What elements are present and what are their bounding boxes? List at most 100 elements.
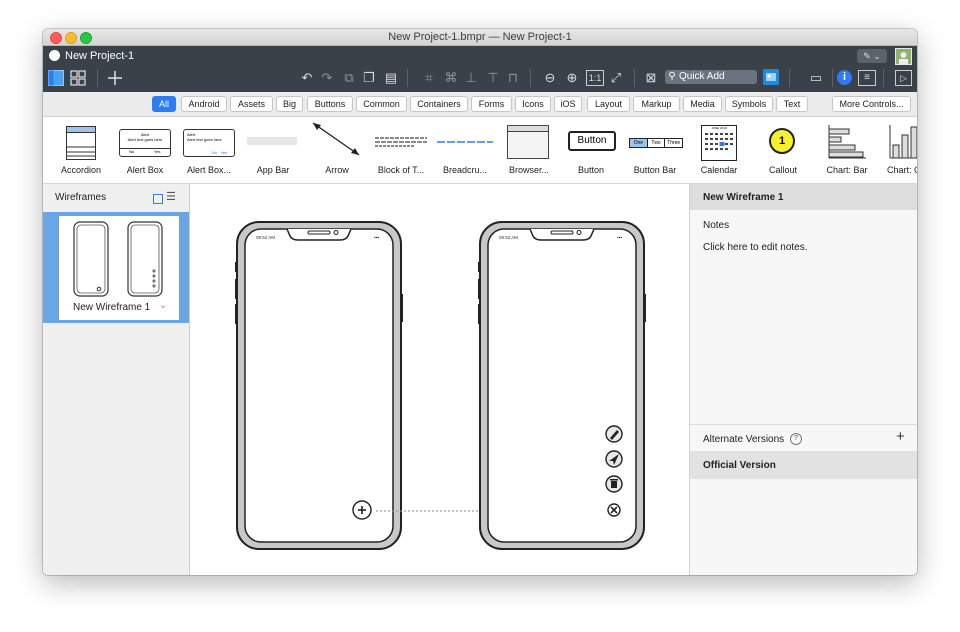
properties-panel: New Wireframe 1 Notes Click here to edit…: [689, 184, 917, 575]
callout-preview: 1: [769, 128, 795, 154]
window-title: New Project-1.bmpr — New Project-1: [388, 31, 572, 43]
library-item-breadcrumbs[interactable]: Breadcru...: [435, 117, 495, 183]
library-item-calendar[interactable]: JUNE 2019 Calendar: [691, 117, 747, 183]
category-symbols[interactable]: Symbols: [725, 96, 773, 112]
library-item-chart-bar[interactable]: Chart: Bar: [819, 117, 875, 183]
duplicate-icon[interactable]: ❐: [361, 70, 377, 86]
library-label: Button Bar: [633, 165, 677, 175]
library-item-accordion[interactable]: Accordion: [53, 117, 109, 183]
app-bar-preview: [247, 137, 297, 145]
wireframe-canvas[interactable]: 09:52 AM ▪▪▪ 09:52 AM ▪▪▪: [190, 184, 690, 575]
ungroup-icon[interactable]: ⌘: [443, 70, 459, 86]
category-icons[interactable]: Icons: [515, 96, 551, 112]
notes-field[interactable]: Click here to edit notes.: [703, 242, 808, 253]
wireframe-preview: [73, 221, 163, 297]
library-label: Block of T...: [377, 165, 425, 175]
category-big[interactable]: Big: [276, 96, 303, 112]
category-layout[interactable]: Layout: [587, 96, 630, 112]
library-label: Chart: Bar: [826, 165, 868, 175]
category-android[interactable]: Android: [181, 96, 227, 112]
library-label: Accordion: [60, 165, 102, 175]
search-icon: ⚲: [668, 71, 676, 82]
single-view-icon[interactable]: [48, 70, 64, 86]
distribute-icon[interactable]: ⊤: [485, 70, 501, 86]
library-label: Arrow: [325, 165, 349, 175]
category-common[interactable]: Common: [356, 96, 407, 112]
edit-mode-dropdown[interactable]: ✎ ⌄: [857, 49, 887, 63]
button-bar-preview: One Two Three: [629, 138, 683, 148]
library-label: Browser...: [508, 165, 549, 175]
library-item-app-bar[interactable]: App Bar: [245, 117, 301, 183]
category-buttons[interactable]: Buttons: [307, 96, 353, 112]
present-icon[interactable]: ▷: [895, 70, 912, 86]
alternate-versions-section: Alternate Versions ? +: [690, 424, 917, 451]
alternate-versions-label: Alternate Versions: [703, 434, 785, 445]
comments-icon[interactable]: ▭: [807, 70, 825, 86]
info-icon[interactable]: i: [837, 70, 852, 85]
category-ios[interactable]: iOS: [554, 96, 582, 112]
wireframe-thumbnail[interactable]: New Wireframe 1 ⌄: [59, 216, 179, 320]
library-label: Callout: [768, 165, 797, 175]
actual-size-button[interactable]: 1:1: [586, 70, 604, 86]
category-media[interactable]: Media: [683, 96, 722, 112]
fit-screen-icon[interactable]: ⤢: [608, 70, 624, 86]
library-item-arrow[interactable]: Arrow: [307, 117, 367, 183]
redo-icon[interactable]: ↷: [319, 70, 335, 86]
chevron-down-icon[interactable]: ⌄: [159, 300, 167, 311]
zoom-out-icon[interactable]: ⊖: [541, 70, 559, 86]
browser-icon: [507, 125, 549, 159]
paste-icon[interactable]: ▤: [383, 70, 399, 86]
divider: [883, 69, 884, 87]
library-label: App Bar: [256, 165, 290, 175]
category-text[interactable]: Text: [776, 96, 808, 112]
project-icon: [49, 50, 60, 61]
align-icon[interactable]: ⊥: [463, 70, 479, 86]
media-library-icon[interactable]: [763, 69, 779, 85]
category-containers[interactable]: Containers: [410, 96, 468, 112]
wireframe-name[interactable]: New Wireframe 1: [703, 192, 784, 203]
ui-library: Accordion Alert Alert text goes here No Y…: [43, 117, 917, 184]
column-chart-icon: [889, 125, 917, 159]
more-controls-button[interactable]: More Controls...: [832, 96, 911, 112]
thumbnail-label: New Wireframe 1: [73, 302, 151, 313]
library-item-block-of-text[interactable]: Block of T...: [371, 117, 431, 183]
alert-box-preview: Alert Alert text goes here No Yes: [119, 129, 171, 157]
wireframes-panel: Wireframes ☰ New Wireframe 1 ⌄: [43, 184, 190, 575]
library-item-browser-window[interactable]: Browser...: [499, 117, 559, 183]
arrow-icon: [312, 122, 360, 156]
library-item-button-bar[interactable]: One Two Three Button Bar: [627, 117, 683, 183]
undo-icon[interactable]: ↶: [299, 70, 315, 86]
category-all[interactable]: All: [152, 96, 176, 112]
status-time-2: 09:52 AM: [499, 235, 518, 240]
accordion-icon: [66, 126, 96, 160]
library-item-alert-box[interactable]: Alert Alert text goes here No Yes Alert B…: [117, 117, 173, 183]
canvas-drawing: 09:52 AM ▪▪▪ 09:52 AM ▪▪▪: [235, 221, 646, 550]
library-item-alert-box-2[interactable]: Alert Alert text goes here No Yes Alert …: [181, 117, 237, 183]
quick-add-input[interactable]: ⚲ Quick Add: [665, 70, 757, 84]
svg-text:▪▪▪: ▪▪▪: [374, 235, 380, 241]
delete-icon[interactable]: ⊠: [643, 70, 659, 86]
zoom-in-icon[interactable]: ⊕: [563, 70, 581, 86]
copy-icon[interactable]: ⧉: [341, 70, 357, 86]
add-version-icon[interactable]: +: [896, 428, 905, 445]
divider: [97, 69, 98, 87]
breadcrumbs-icon: [437, 141, 493, 143]
project-name: New Project-1: [65, 50, 135, 62]
library-item-callout[interactable]: 1 Callout: [755, 117, 811, 183]
lock-icon[interactable]: ⊓: [505, 70, 521, 86]
category-assets[interactable]: Assets: [230, 96, 273, 112]
thumbnail-view-icon[interactable]: [153, 194, 163, 204]
official-version-row[interactable]: Official Version: [690, 451, 917, 479]
properties-icon[interactable]: ≡: [858, 70, 876, 86]
library-label: Button: [577, 165, 605, 175]
group-icon[interactable]: ⌗: [421, 70, 437, 86]
category-forms[interactable]: Forms: [471, 96, 512, 112]
add-icon[interactable]: [107, 70, 123, 86]
help-icon[interactable]: ?: [790, 433, 802, 445]
user-avatar[interactable]: [895, 48, 912, 65]
list-view-icon[interactable]: ☰: [166, 192, 176, 203]
grid-view-icon[interactable]: [70, 70, 86, 86]
library-item-chart-column[interactable]: Chart: C: [883, 117, 917, 183]
library-item-button[interactable]: Button Button: [563, 117, 619, 183]
category-markup[interactable]: Markup: [633, 96, 680, 112]
